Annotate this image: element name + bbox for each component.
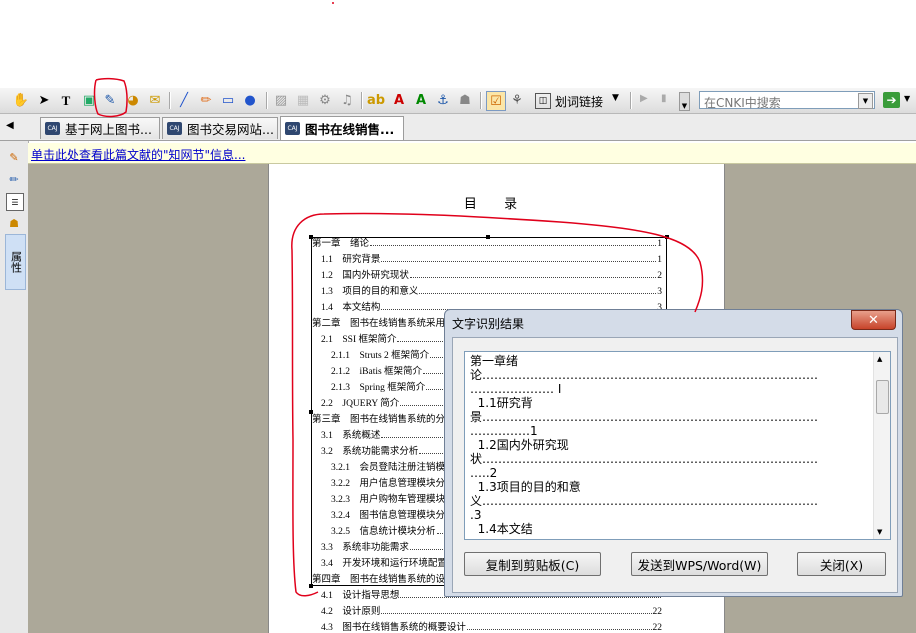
note-icon[interactable]: ✉	[146, 91, 164, 109]
ocr-text-line: 状…………………………………………………………………………	[470, 452, 819, 466]
toc-entry-text: 4.2 设计原则	[321, 607, 381, 617]
knowledge-node-link[interactable]: 单击此处查看此篇文献的"知网节"信息...	[31, 146, 245, 163]
rectangle-icon[interactable]: ▭	[219, 91, 237, 109]
stamp-icon[interactable]: ☗	[456, 91, 474, 109]
snapshot-icon[interactable]: ▣	[80, 91, 98, 109]
left-sidebar: ✎ ✏ ☰ ☗ 属性	[0, 141, 29, 633]
tab-document-3[interactable]: CAJ 图书在线销售...	[280, 116, 404, 140]
toc-entry-text: 4.1 设计指导思想	[321, 591, 400, 601]
highlight-icon[interactable]: ◕	[124, 91, 142, 109]
highlight-text-icon[interactable]: ab	[367, 91, 385, 109]
toc-leader-dots	[400, 597, 661, 598]
ellipse-icon[interactable]: ●	[241, 91, 259, 109]
ocr-text-line: ……………1	[470, 424, 538, 438]
vertical-scrollbar[interactable]: ▲ ▼	[873, 352, 890, 539]
dialog-body: 第一章绪 论………………………………………………………………………………………………	[452, 337, 898, 593]
note-icon[interactable]: ✎	[6, 149, 22, 165]
properties-panel-tab[interactable]: 属性	[5, 234, 26, 290]
audio-icon[interactable]: ♫	[338, 91, 356, 109]
ocr-text-recognition-icon[interactable]: ✎	[101, 91, 119, 109]
selection-handle[interactable]	[665, 235, 669, 239]
eraser-icon[interactable]: ▨	[272, 91, 290, 109]
ocr-text-line: 义…………………………………………………………………………	[470, 494, 819, 508]
link-button[interactable]: 划词链接	[555, 93, 603, 110]
ocr-result-dialog: 文字识别结果 ✕ 第一章绪 论………………………………………………………………………	[444, 309, 903, 597]
selection-handle[interactable]	[309, 584, 313, 588]
search-input[interactable]: 在CNKI中搜索	[704, 94, 781, 111]
ocr-text-line: 1.1研究背	[470, 396, 533, 410]
close-button[interactable]: 关闭(X)	[797, 552, 886, 576]
copy-to-clipboard-button[interactable]: 复制到剪贴板(C)	[464, 552, 601, 576]
tab-scroll-left-icon[interactable]: ◀	[6, 120, 14, 131]
ocr-text-line: 1.2国内外研究现	[470, 438, 569, 452]
ocr-text-line: 景…………………………………………………………………………	[470, 410, 819, 424]
next-icon[interactable]: ▶	[640, 93, 648, 104]
toc-title: 目 录	[463, 196, 530, 211]
search-dropdown-icon[interactable]: ▼	[858, 93, 873, 109]
scroll-thumb[interactable]	[876, 380, 889, 414]
tab-document-2[interactable]: CAJ 图书交易网站...	[162, 117, 278, 139]
caj-file-icon: CAJ	[45, 122, 60, 135]
select-arrow-icon[interactable]: ➤	[35, 91, 53, 109]
scroll-down-icon[interactable]: ▼	[877, 528, 882, 536]
search-box[interactable]: 在CNKI中搜索 ▼	[699, 91, 875, 111]
toc-leader-dots	[381, 613, 652, 614]
toc-page-number: 22	[652, 623, 663, 633]
underline-icon[interactable]: A	[412, 91, 430, 109]
chevron-down-icon[interactable]: ▼	[904, 94, 910, 103]
pen-icon[interactable]: ✏	[6, 171, 22, 187]
ocr-result-textarea[interactable]: 第一章绪 论………………………………………………………………………………………………	[464, 351, 891, 540]
image-icon[interactable]: ▦	[294, 91, 312, 109]
search-go-icon[interactable]: ➔	[883, 92, 900, 108]
red-dot	[332, 2, 334, 4]
tab-label: 图书在线销售...	[305, 122, 395, 137]
toc-leader-dots	[466, 629, 652, 630]
properties-icon[interactable]: ☗	[6, 215, 22, 231]
info-bar: 单击此处查看此篇文献的"知网节"信息...	[28, 143, 916, 164]
send-to-word-button[interactable]: 发送到WPS/Word(W)	[631, 552, 768, 576]
document-tabs: ◀ CAJ 基于网上图书... CAJ 图书交易网站... CAJ 图书在线销售…	[0, 114, 916, 141]
selection-handle[interactable]	[309, 235, 313, 239]
dialog-title: 文字识别结果	[452, 317, 525, 331]
chevron-down-icon[interactable]: ▼	[612, 93, 619, 103]
pencil-icon[interactable]: ✏	[197, 91, 215, 109]
ocr-text-line: 1.4本文结	[470, 522, 533, 536]
hand-tool-icon[interactable]: ✋	[12, 91, 30, 109]
scroll-up-icon[interactable]: ▲	[877, 355, 882, 363]
toc-entry-text: 4.3 图书在线销售系统的概要设计	[321, 623, 466, 633]
toolbar-overflow-icon[interactable]: ▼	[679, 92, 690, 111]
main-toolbar: ✋ ➤ T ▣ ✎ ◕ ✉ ╱ ✏ ▭ ● ▨ ▦ ⚙ ♫ ab A A ⚓ ☗…	[0, 88, 916, 114]
last-icon[interactable]: ▮	[661, 93, 667, 104]
tab-document-1[interactable]: CAJ 基于网上图书...	[40, 117, 160, 139]
tab-label: 图书交易网站...	[187, 122, 274, 137]
ocr-text-line: 1.3项目的目的和意	[470, 480, 581, 494]
settings-icon[interactable]: ⚙	[316, 91, 334, 109]
pen-icon[interactable]: ╱	[175, 91, 193, 109]
text-select-icon[interactable]: T	[57, 91, 75, 109]
strikeout-icon[interactable]: A	[390, 91, 408, 109]
selection-handle[interactable]	[309, 410, 313, 414]
ocr-text-line: ………………… I	[470, 382, 562, 396]
properties-icon[interactable]: ☑	[486, 91, 506, 111]
close-icon[interactable]: ✕	[851, 310, 896, 330]
outline-icon[interactable]: ☰	[6, 193, 24, 211]
ocr-text-line: …..2	[470, 466, 498, 480]
selection-handle[interactable]	[486, 235, 490, 239]
ocr-text-line: .3	[470, 508, 482, 522]
ocr-result-text: 第一章绪 论………………………………………………………………………………………………	[470, 354, 865, 536]
toc-entry: 4.2 设计原则 22	[321, 602, 662, 617]
tab-label: 基于网上图书...	[65, 122, 152, 137]
toc-page-number: 22	[652, 607, 663, 617]
ocr-text-line: 论…………………………………………………………………………	[470, 368, 819, 382]
toc-entry: 4.3 图书在线销售系统的概要设计 22	[321, 618, 662, 633]
caj-file-icon: CAJ	[167, 122, 182, 135]
book-icon: ◫	[535, 93, 551, 109]
ocr-text-line: 第一章绪	[470, 354, 519, 368]
anchor-icon[interactable]: ⚓	[434, 91, 452, 109]
tools-icon[interactable]: ⚘	[508, 91, 526, 109]
caj-file-icon: CAJ	[285, 122, 300, 135]
